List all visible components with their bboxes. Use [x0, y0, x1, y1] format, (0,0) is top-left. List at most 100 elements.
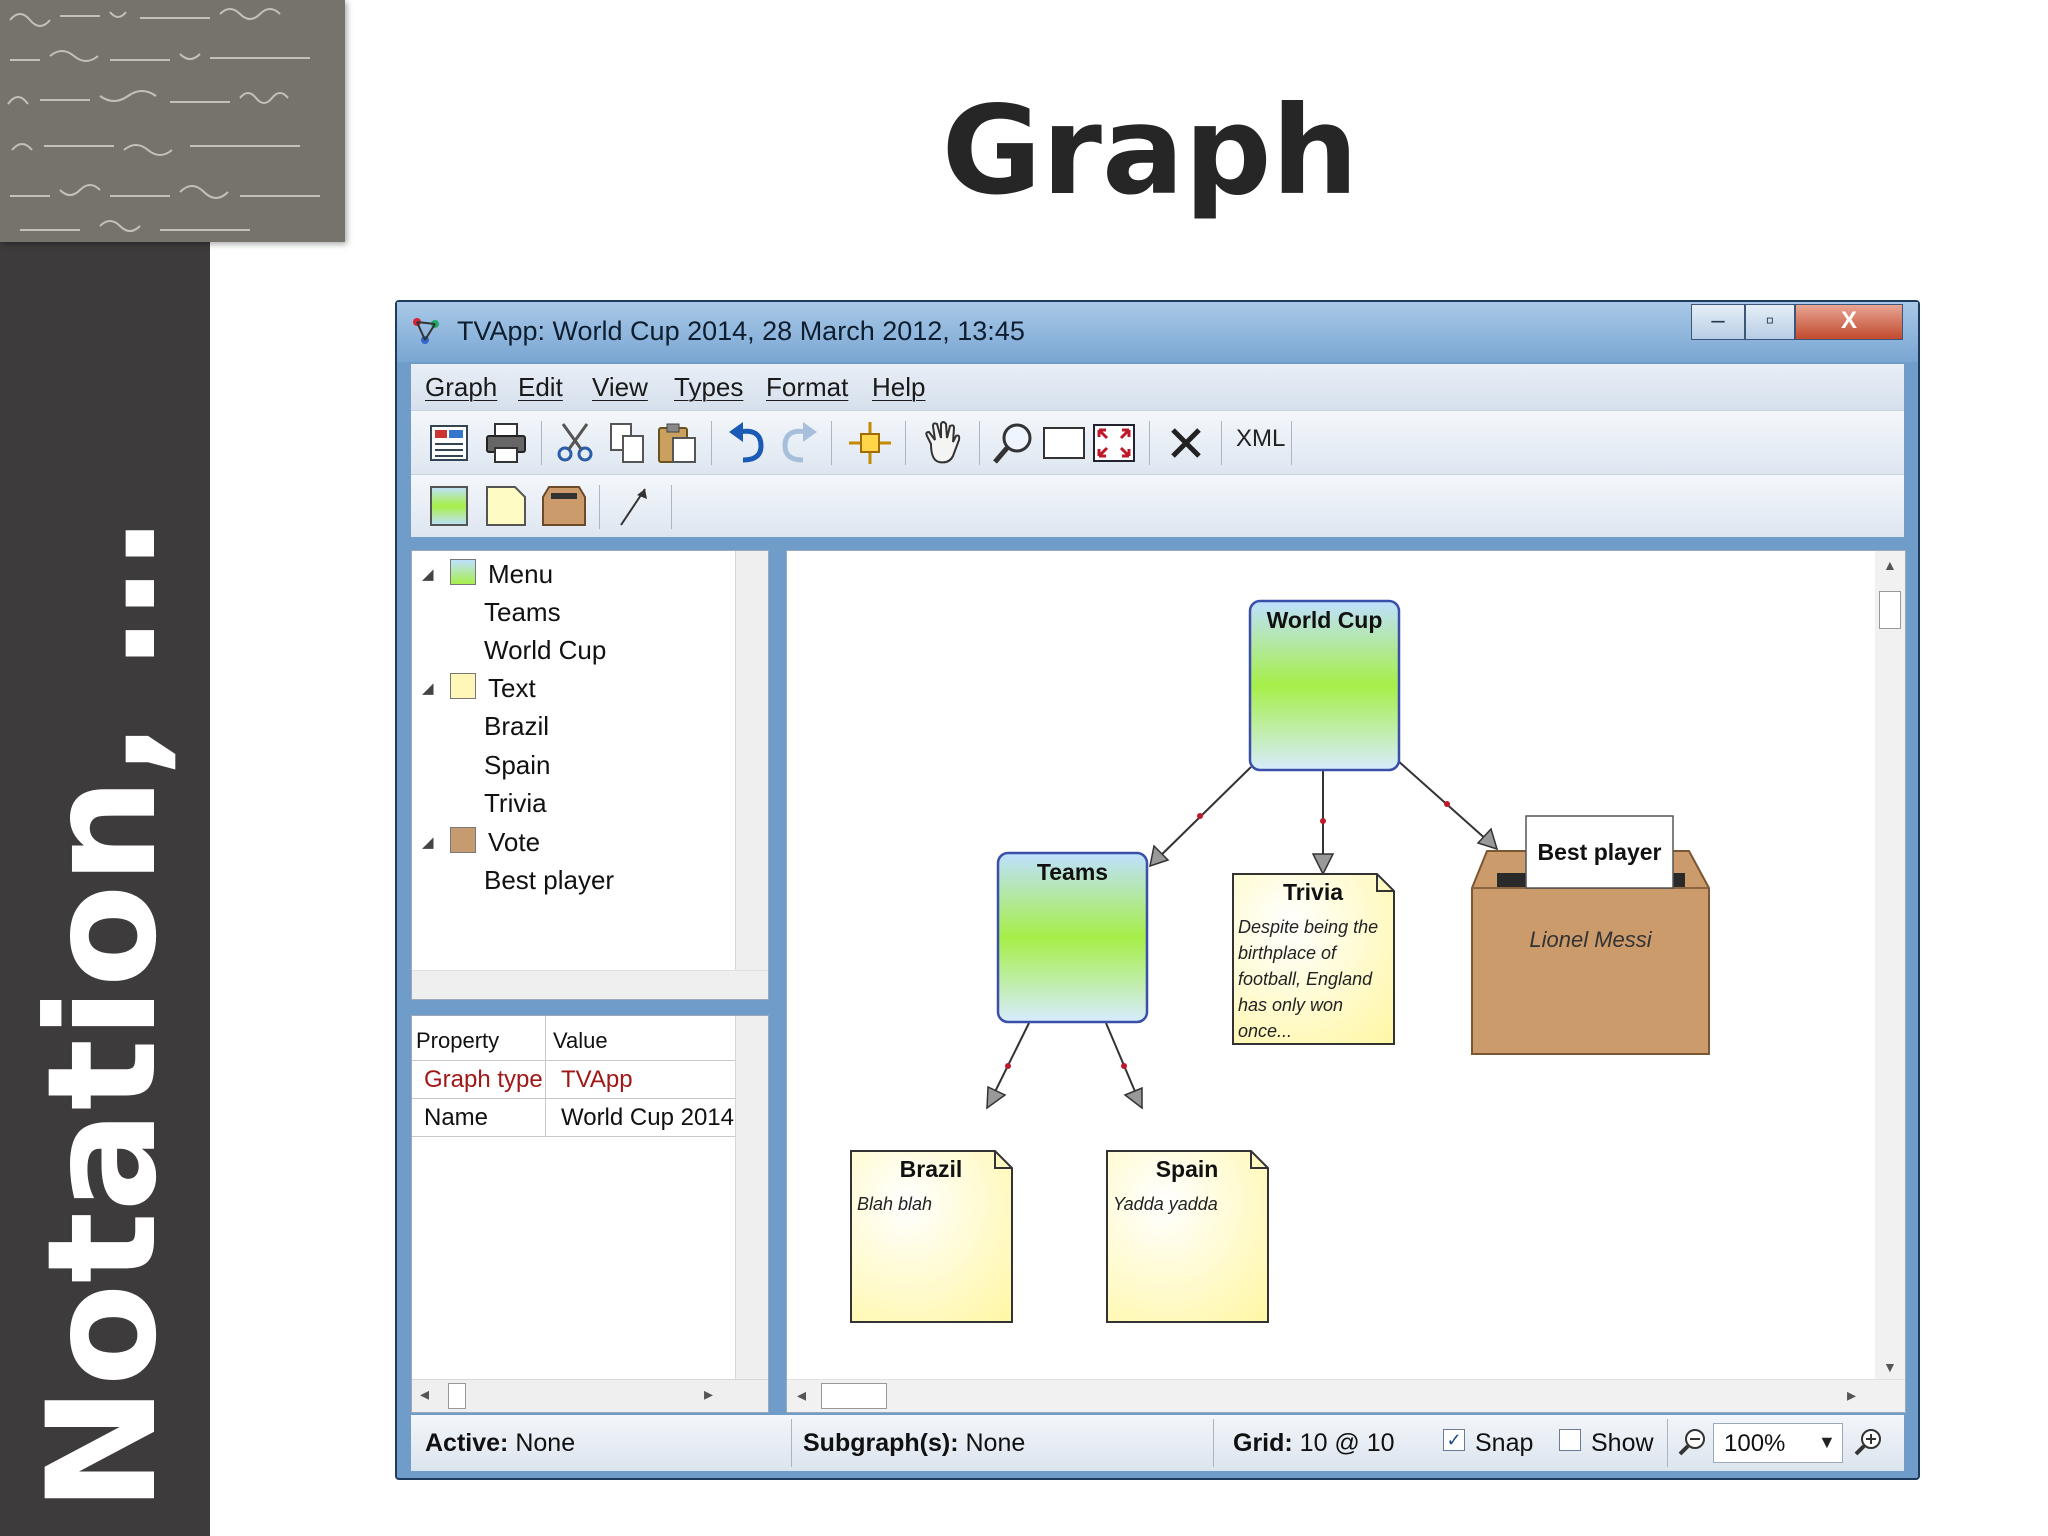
- cut-icon[interactable]: [553, 420, 599, 466]
- snap-checkbox[interactable]: ✓: [1443, 1429, 1465, 1451]
- property-name-name[interactable]: Name: [424, 1104, 542, 1132]
- tree-group-vote[interactable]: Vote: [488, 827, 540, 858]
- tree-group-text[interactable]: Text: [488, 673, 536, 704]
- fit-icon[interactable]: [1091, 420, 1137, 466]
- text-type-icon[interactable]: [483, 483, 529, 529]
- scroll-right-arrow[interactable]: ▸: [704, 1384, 713, 1405]
- scroll-down-arrow[interactable]: ▼: [1883, 1359, 1897, 1375]
- arrowhead: [986, 1085, 1007, 1110]
- toolbar-separator: [905, 421, 906, 465]
- grid-label: Grid:: [1233, 1429, 1293, 1457]
- active-label: Active:: [425, 1429, 509, 1457]
- tree-item-world-cup[interactable]: World Cup: [484, 635, 606, 666]
- xml-button[interactable]: XML: [1236, 425, 1285, 453]
- value-header: Value: [553, 1028, 608, 1053]
- undo-icon[interactable]: [725, 420, 771, 466]
- edge-dot: [1444, 801, 1450, 807]
- menu-view[interactable]: View: [592, 372, 648, 403]
- menu-graph[interactable]: Graph: [425, 372, 497, 403]
- print-icon[interactable]: [483, 420, 529, 466]
- node-spain-label[interactable]: Spain: [1107, 1156, 1267, 1183]
- expand-menu-toggle[interactable]: ◢: [422, 565, 434, 583]
- scroll-thumb[interactable]: [821, 1383, 887, 1409]
- scroll-left-arrow[interactable]: ◂: [797, 1385, 806, 1406]
- property-vertical-scrollbar[interactable]: [735, 1016, 768, 1412]
- menu-type-icon: [450, 559, 476, 585]
- tree-item-best-player[interactable]: Best player: [484, 865, 614, 896]
- canvas-vertical-scrollbar[interactable]: ▲ ▼: [1875, 551, 1905, 1381]
- property-value-name[interactable]: World Cup 2014: [561, 1104, 737, 1132]
- copy-icon[interactable]: [605, 420, 651, 466]
- node-brazil-text: Blah blah: [857, 1194, 933, 1214]
- property-header: Property: [416, 1028, 500, 1053]
- grid-icon[interactable]: [427, 420, 473, 466]
- menu-types[interactable]: Types: [674, 372, 743, 403]
- tree-item-trivia[interactable]: Trivia: [484, 788, 547, 819]
- menu-type-icon[interactable]: [427, 483, 473, 529]
- active-value: None: [515, 1429, 576, 1457]
- toolbar-separator: [1221, 421, 1222, 465]
- scroll-up-arrow[interactable]: ▲: [1883, 557, 1897, 573]
- math-formula-image: [0, 0, 345, 242]
- grid-line: [545, 1016, 546, 1136]
- scroll-left-arrow[interactable]: ◂: [420, 1384, 429, 1405]
- node-best-player-label[interactable]: Best player: [1526, 839, 1673, 866]
- scroll-thumb[interactable]: [1879, 591, 1901, 629]
- graph-canvas[interactable]: World Cup Teams Trivia Despite being the…: [786, 550, 1906, 1413]
- node-teams-label[interactable]: Teams: [998, 859, 1147, 886]
- show-checkbox[interactable]: [1559, 1429, 1581, 1451]
- delete-icon[interactable]: [1163, 420, 1209, 466]
- show-label: Show: [1591, 1429, 1654, 1457]
- zoom-out-icon[interactable]: [1677, 1427, 1707, 1457]
- subgraph-value: None: [965, 1429, 1026, 1457]
- expand-vote-toggle[interactable]: ◢: [422, 833, 434, 851]
- grid-line: [412, 1136, 738, 1137]
- node-trivia-label[interactable]: Trivia: [1233, 879, 1393, 906]
- expand-text-toggle[interactable]: ◢: [422, 679, 434, 697]
- arrowhead: [1311, 853, 1335, 876]
- pan-hand-icon[interactable]: [919, 420, 965, 466]
- vote-type-icon[interactable]: [541, 483, 587, 529]
- redo-icon[interactable]: [775, 420, 821, 466]
- property-horizontal-scrollbar[interactable]: ◂ ▸: [412, 1379, 768, 1412]
- minimize-button[interactable]: –: [1691, 304, 1745, 340]
- node-world-cup-label[interactable]: World Cup: [1250, 607, 1399, 634]
- tree-horizontal-scrollbar[interactable]: [412, 970, 768, 999]
- dropdown-arrow-icon[interactable]: ▼: [1818, 1432, 1836, 1453]
- paste-icon[interactable]: [655, 420, 701, 466]
- zoom-in-icon[interactable]: [1853, 1427, 1883, 1457]
- menu-format[interactable]: Format: [766, 372, 848, 403]
- status-separator: [791, 1419, 792, 1467]
- maximize-button[interactable]: ▫: [1745, 304, 1795, 340]
- property-name-graph-type[interactable]: Graph type: [424, 1066, 542, 1094]
- toolbar-separator: [1291, 421, 1292, 465]
- zoom-icon[interactable]: [991, 420, 1037, 466]
- arrowhead: [1123, 1086, 1143, 1110]
- property-value-graph-type[interactable]: TVApp: [561, 1066, 737, 1094]
- tree-item-teams[interactable]: Teams: [484, 597, 561, 628]
- title-bar[interactable]: TVApp: World Cup 2014, 28 March 2012, 13…: [397, 302, 1918, 362]
- menu-edit[interactable]: Edit: [518, 372, 563, 403]
- canvas-horizontal-scrollbar[interactable]: ◂ ▸: [787, 1379, 1905, 1412]
- edge-dot: [1005, 1063, 1011, 1069]
- node-brazil-label[interactable]: Brazil: [851, 1156, 1011, 1183]
- zoom-select[interactable]: 100% ▼: [1713, 1423, 1843, 1463]
- tree-item-spain[interactable]: Spain: [484, 750, 551, 781]
- connector-icon[interactable]: [611, 483, 657, 529]
- tree-item-brazil[interactable]: Brazil: [484, 711, 549, 742]
- toolbar-separator: [1149, 421, 1150, 465]
- scroll-right-arrow[interactable]: ▸: [1847, 1385, 1856, 1406]
- move-icon[interactable]: [847, 420, 893, 466]
- scroll-thumb[interactable]: [448, 1383, 466, 1409]
- edge-dot: [1197, 813, 1203, 819]
- menu-help[interactable]: Help: [872, 372, 925, 403]
- tree-vertical-scrollbar[interactable]: [735, 551, 768, 999]
- tree-group-menu[interactable]: Menu: [488, 559, 553, 590]
- type-tree-panel: ◢ Menu Teams World Cup ◢ Text Brazil Spa…: [411, 550, 769, 1000]
- close-button[interactable]: X: [1795, 304, 1903, 340]
- grid-value: 10 @ 10: [1299, 1429, 1395, 1457]
- slide-title: Graph: [941, 80, 1359, 222]
- subgraph-label: Subgraph(s):: [803, 1429, 959, 1457]
- grid-line: [412, 1098, 738, 1099]
- select-rect-icon[interactable]: [1041, 420, 1087, 466]
